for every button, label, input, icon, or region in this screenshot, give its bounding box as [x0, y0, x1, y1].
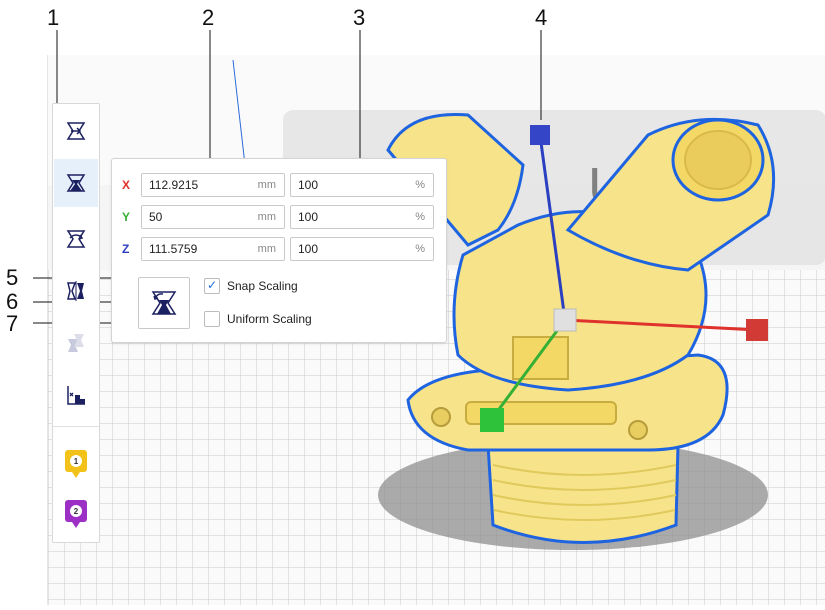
y-size-unit: mm — [257, 211, 276, 223]
scale-tool-button[interactable] — [54, 159, 98, 207]
support-blocker-icon — [67, 386, 85, 405]
y-size-value: 50 — [149, 210, 163, 224]
callout-4: 4 — [535, 5, 548, 30]
y-percent-unit: % — [415, 211, 425, 223]
callout-2: 2 — [202, 5, 215, 30]
rotate-tool-button[interactable] — [54, 215, 98, 263]
z-percent-input[interactable]: 100 % — [290, 237, 434, 261]
snap-scaling-label: Snap Scaling — [227, 279, 298, 293]
x-size-unit: mm — [257, 179, 276, 191]
extruder-2-button[interactable]: 2 — [54, 487, 98, 535]
check-icon: ✓ — [207, 278, 218, 292]
callout-1: 1 — [47, 5, 60, 30]
support-blocker-tool-button[interactable] — [54, 371, 98, 419]
scale-icon — [66, 174, 86, 192]
z-percent-unit: % — [415, 243, 425, 255]
snap-scaling-checkbox[interactable]: ✓ — [204, 278, 220, 294]
reset-scale-icon — [151, 291, 177, 315]
z-size-input[interactable]: 111.5759 mm — [141, 237, 285, 261]
extruder-2-badge: 2 — [65, 500, 87, 528]
extruder-1-number: 1 — [70, 455, 82, 467]
y-percent-input[interactable]: 100 % — [290, 205, 434, 229]
callout-3: 3 — [353, 5, 366, 30]
x-percent-unit: % — [415, 179, 425, 191]
extruder-2-number: 2 — [70, 505, 82, 517]
uniform-scaling-checkbox[interactable] — [204, 311, 220, 327]
axis-label-z: Z — [122, 242, 130, 256]
mirror-icon — [67, 281, 84, 301]
scale-panel: X 112.9215 mm 100 % Y 50 mm 100 % Z 111.… — [111, 158, 447, 343]
callout-5: 5 — [6, 265, 19, 290]
x-size-input[interactable]: 112.9215 mm — [141, 173, 285, 197]
mirror-tool-button[interactable] — [54, 267, 98, 315]
callout-7: 7 — [6, 311, 19, 336]
y-size-input[interactable]: 50 mm — [141, 205, 285, 229]
move-tool-button[interactable] — [54, 107, 98, 155]
x-size-value: 112.9215 — [149, 178, 199, 192]
tool-toolbar: 1 2 — [52, 103, 100, 543]
per-model-settings-tool-button[interactable] — [54, 319, 98, 367]
z-percent-value: 100 — [298, 242, 319, 256]
y-percent-value: 100 — [298, 210, 319, 224]
uniform-scaling-label: Uniform Scaling — [227, 312, 312, 326]
axis-label-y: Y — [122, 210, 131, 224]
per-model-settings-icon — [68, 334, 84, 352]
callout-6: 6 — [6, 289, 19, 314]
axis-label-x: X — [122, 178, 131, 192]
z-size-value: 111.5759 — [149, 242, 198, 256]
z-size-unit: mm — [257, 243, 276, 255]
reset-scale-button[interactable] — [138, 277, 190, 329]
extruder-1-badge: 1 — [65, 450, 87, 478]
x-percent-input[interactable]: 100 % — [290, 173, 434, 197]
move-icon — [66, 122, 86, 140]
rotate-icon — [66, 230, 86, 248]
extruder-1-button[interactable]: 1 — [54, 437, 98, 485]
x-percent-value: 100 — [298, 178, 319, 192]
